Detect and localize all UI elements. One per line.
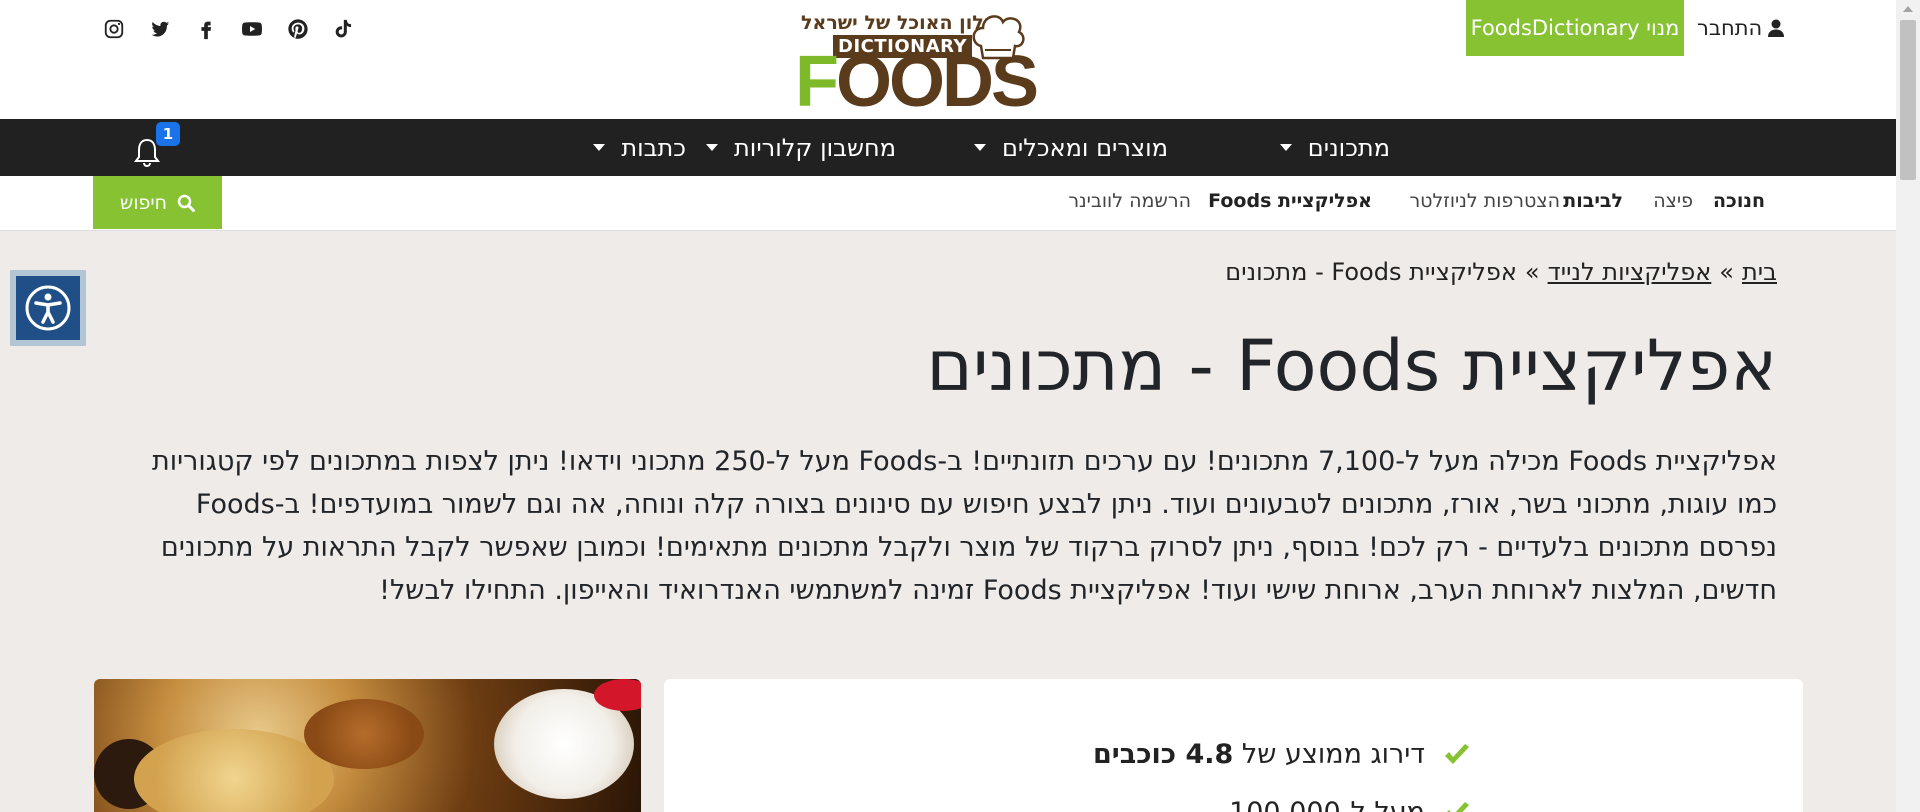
nav-item-calorie-calculator[interactable]: מחשבון קלוריות xyxy=(706,119,896,176)
features-card: דירוג ממוצע של 4.8 כוכבים מעל ל-100,000 xyxy=(664,679,1803,812)
breadcrumb-separator: » xyxy=(1719,258,1734,286)
youtube-icon[interactable] xyxy=(240,17,264,41)
subscribe-button[interactable]: מנוי FoodsDictionary xyxy=(1466,0,1684,56)
login-link[interactable]: התחבר xyxy=(1697,16,1785,40)
chef-hat-icon xyxy=(972,15,1025,60)
app-promo-image xyxy=(94,679,641,812)
page-title: אפליקציית Foods - מתכונים xyxy=(926,325,1777,407)
instagram-icon[interactable] xyxy=(102,17,126,41)
nav-item-products[interactable]: מוצרים ומאכלים xyxy=(973,119,1168,176)
site-logo[interactable]: מילון האוכל של ישראל DICTIONARY FOODS xyxy=(793,10,1039,118)
feature-rating: דירוג ממוצע של 4.8 כוכבים xyxy=(1093,739,1471,770)
page-scrollbar[interactable] xyxy=(1896,0,1920,812)
feature-bold-text: 4.8 כוכבים xyxy=(1092,739,1234,770)
feature-text: דירוג ממוצע של xyxy=(1233,739,1425,770)
main-nav: מתכונים מוצרים ומאכלים מחשבון קלוריות כת… xyxy=(0,119,1896,176)
breadcrumb-current: אפליקציית Foods - מתכונים xyxy=(1225,258,1517,286)
nav-item-recipes[interactable]: מתכונים xyxy=(1279,119,1390,176)
sub-nav: חנוכה פיצה לביבות הצטרפות לניוזלטר אפליק… xyxy=(0,176,1896,231)
social-links xyxy=(102,17,356,41)
sub-nav-item-webinar[interactable]: הרשמה לוובינר xyxy=(1068,190,1191,212)
search-button[interactable]: חיפוש xyxy=(93,176,222,229)
sub-nav-item-hanukkah[interactable]: חנוכה xyxy=(1713,190,1765,212)
nav-item-label: מוצרים ומאכלים xyxy=(1001,133,1168,162)
chevron-down-icon xyxy=(973,144,986,151)
nav-item-label: מתכונים xyxy=(1307,133,1390,162)
pinterest-icon[interactable] xyxy=(286,17,310,41)
chevron-down-icon xyxy=(1279,144,1292,151)
feature-text: מעל ל-100,000 xyxy=(1229,797,1425,812)
feature-downloads: מעל ל-100,000 xyxy=(1229,797,1471,812)
nav-item-label: כתבות xyxy=(621,133,686,162)
breadcrumb-separator: » xyxy=(1524,258,1540,286)
scroll-up-arrow-icon[interactable] xyxy=(1903,6,1913,12)
scrollbar-thumb[interactable] xyxy=(1900,20,1916,180)
twitter-icon[interactable] xyxy=(148,17,172,41)
search-label: חיפוש xyxy=(119,191,168,214)
breadcrumb: בית»אפליקציות לנייד»אפליקציית Foods - מת… xyxy=(1225,258,1777,286)
checkmark-icon xyxy=(1446,801,1469,812)
checkmark-icon xyxy=(1445,743,1469,764)
sub-nav-item-latkes[interactable]: לביבות xyxy=(1563,190,1623,212)
sub-nav-item-newsletter[interactable]: הצטרפות לניוזלטר xyxy=(1409,190,1560,212)
intro-paragraph: אפליקציית Foods מכילה מעל ל-7,100 מתכוני… xyxy=(152,446,1777,606)
sub-nav-item-foods-app[interactable]: אפליקציית Foods xyxy=(1208,190,1372,212)
login-label: התחבר xyxy=(1697,16,1763,40)
chevron-down-icon xyxy=(706,144,718,151)
search-icon xyxy=(177,194,196,212)
accessibility-button[interactable] xyxy=(10,270,86,346)
sub-nav-item-pizza[interactable]: פיצה xyxy=(1653,190,1693,212)
chevron-down-icon xyxy=(593,144,606,151)
breadcrumb-mobile-apps[interactable]: אפליקציות לנייד xyxy=(1548,258,1712,286)
nav-item-articles[interactable]: כתבות xyxy=(593,119,686,176)
top-header: מילון האוכל של ישראל DICTIONARY FOODS הת… xyxy=(0,0,1896,119)
nav-item-label: מחשבון קלוריות xyxy=(734,133,896,162)
facebook-icon[interactable] xyxy=(194,17,218,41)
breadcrumb-home[interactable]: בית xyxy=(1742,258,1777,286)
notification-badge: 1 xyxy=(156,122,180,146)
user-icon xyxy=(1768,19,1785,37)
tiktok-icon[interactable] xyxy=(332,17,356,41)
accessibility-icon xyxy=(25,285,71,331)
